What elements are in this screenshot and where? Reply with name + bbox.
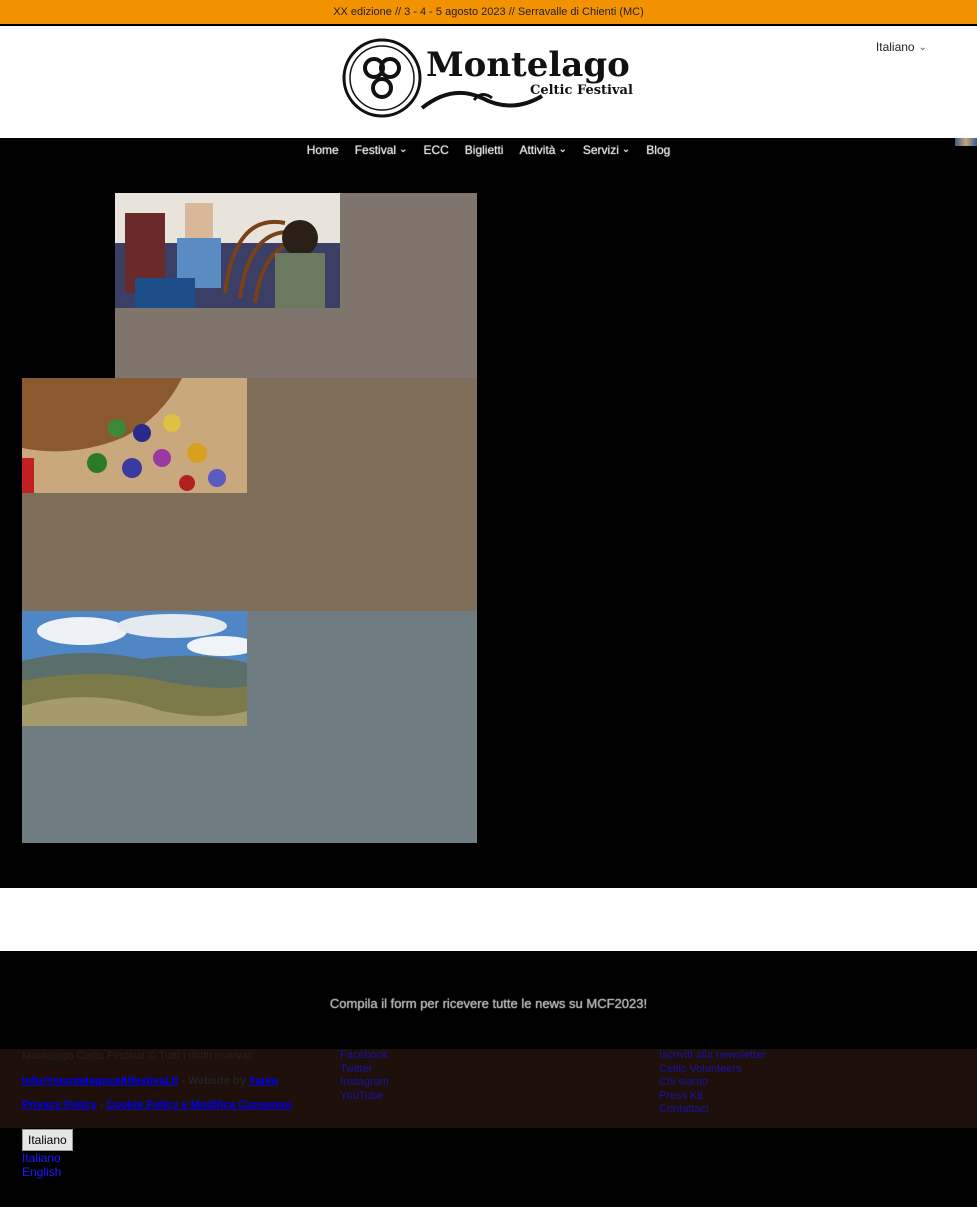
chevron-down-icon: ⌄ — [399, 144, 408, 155]
contact-link[interactable]: Contattaci — [659, 1103, 766, 1117]
nav-item-servizi[interactable]: Servizi ⌄ — [575, 138, 638, 161]
footer-info: Montelago Celtic Festival © Tutti i diri… — [22, 1049, 292, 1111]
language-selector[interactable]: Italiano ⌄ — [876, 40, 927, 54]
corner-image — [955, 138, 977, 146]
language-switcher-area: Italiano Italiano English — [0, 1128, 977, 1207]
chevron-down-icon: ⌄ — [621, 144, 631, 155]
privacy-policy-link[interactable]: Privacy Policy — [22, 1099, 97, 1111]
facebook-link[interactable]: Facebook — [340, 1049, 389, 1063]
announcement-text: XX edizione // 3 - 4 - 5 agosto 2023 // … — [333, 6, 644, 18]
email-link[interactable]: info@montelagoceltifestival.it — [22, 1075, 178, 1087]
white-band — [0, 888, 977, 951]
press-kit-link[interactable]: Press Kit — [659, 1090, 766, 1104]
nav-item-festival[interactable]: Festival ⌄ — [347, 138, 416, 161]
nav-item-blog[interactable]: Blog — [638, 138, 678, 161]
policy-line: Privacy Policy - Cookie Policy e Modific… — [22, 1099, 292, 1111]
twitter-link[interactable]: Twitter — [340, 1063, 389, 1077]
chevron-down-icon: ⌄ — [558, 144, 567, 155]
footer-links: Iscriviti alla newsletter Celtic Volunte… — [659, 1049, 766, 1117]
social-links: Facebook Twitter Instagram YouTube — [340, 1049, 389, 1103]
announcement-bar: XX edizione // 3 - 4 - 5 agosto 2023 // … — [0, 0, 977, 26]
mountain-landscape-image — [22, 611, 247, 726]
nav-item-ecc[interactable]: ECC — [415, 138, 456, 161]
svg-text:Celtic Festival: Celtic Festival — [530, 83, 633, 98]
activity-card[interactable] — [22, 611, 477, 843]
main-nav: Home Festival ⌄ ECC Biglietti Attività ⌄ S… — [0, 138, 977, 161]
newsletter-link[interactable]: Iscriviti alla newsletter — [659, 1049, 766, 1063]
nav-item-attivita[interactable]: Attività ⌄ — [511, 138, 574, 161]
yanio-link[interactable]: Yanio — [249, 1075, 278, 1087]
newsletter-section: Compila il form per ricevere tutte le ne… — [0, 951, 977, 1049]
svg-text:Montelago: Montelago — [426, 45, 630, 85]
language-button[interactable]: Italiano — [22, 1129, 73, 1151]
contact-line: info@montelagoceltifestival.it - Website… — [22, 1075, 279, 1087]
newsletter-text: Compila il form per ricevere tutte le ne… — [329, 995, 648, 1011]
language-list: Italiano English — [22, 1151, 61, 1180]
volunteers-link[interactable]: Celtic Volunteers — [659, 1063, 766, 1077]
dice-and-pouch-image — [22, 378, 247, 493]
nav-item-home[interactable]: Home — [299, 138, 347, 161]
site-footer: Montelago Celtic Festival © Tutti i diri… — [0, 1049, 977, 1128]
nav-item-biglietti[interactable]: Biglietti — [457, 138, 512, 161]
site-header: Montelago Celtic Festival Italiano ⌄ — [0, 26, 977, 138]
about-link[interactable]: Chi siamo — [659, 1076, 766, 1090]
language-option-english[interactable]: English — [22, 1165, 61, 1180]
montelago-logo[interactable]: Montelago Celtic Festival — [342, 38, 634, 150]
activity-card[interactable] — [22, 378, 477, 611]
cookie-policy-link[interactable]: Cookie Policy e Modifica Consenso — [106, 1099, 291, 1111]
language-option-italiano[interactable]: Italiano — [22, 1151, 61, 1166]
youtube-link[interactable]: YouTube — [340, 1090, 389, 1104]
main-content — [0, 161, 977, 888]
chevron-down-icon: ⌄ — [918, 41, 927, 53]
copyright-text: Montelago Celtic Festival © Tutti i diri… — [22, 1050, 254, 1062]
activity-card[interactable] — [115, 193, 477, 378]
harp-workshop-image — [115, 193, 340, 308]
language-current: Italiano — [875, 40, 915, 54]
instagram-link[interactable]: Instagram — [340, 1076, 389, 1090]
